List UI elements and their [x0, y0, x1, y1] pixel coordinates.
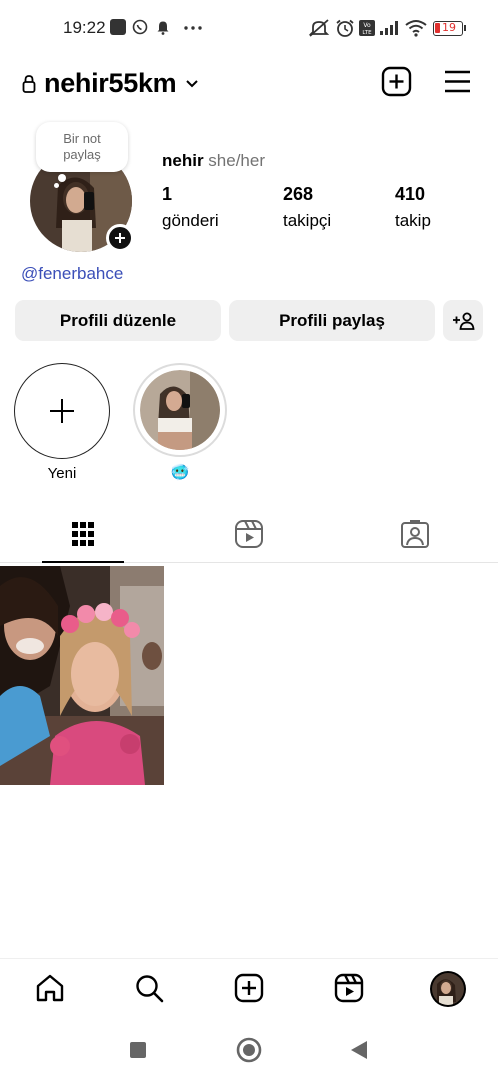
add-person-icon — [453, 312, 475, 330]
new-highlight-circle — [14, 363, 110, 459]
post-thumbnail[interactable] — [0, 566, 164, 785]
highlight-circle — [133, 363, 227, 457]
alarm-icon — [336, 19, 354, 37]
display-name: nehir — [162, 151, 204, 170]
stat-following[interactable]: 410 takip — [395, 184, 431, 231]
reels-icon — [235, 519, 263, 548]
wifi-icon — [405, 20, 427, 37]
username: nehir55km — [44, 68, 177, 98]
profile-name-line: nehir she/her — [162, 151, 265, 171]
back-icon[interactable] — [349, 1040, 369, 1060]
bell-icon — [157, 21, 169, 35]
lock-icon — [22, 74, 36, 93]
chevron-down-icon — [186, 79, 199, 87]
stat-label: takipçi — [283, 211, 332, 230]
tab-posts-grid[interactable] — [0, 505, 166, 562]
highlight-item[interactable]: 🥶 — [133, 363, 227, 481]
new-highlight[interactable]: Yeni — [14, 363, 110, 482]
reels-icon[interactable] — [334, 973, 364, 1003]
note-bubble-tail — [58, 174, 66, 182]
search-icon[interactable] — [134, 973, 164, 1003]
active-tab-indicator — [42, 561, 124, 563]
note-bubble[interactable]: Bir not paylaş — [36, 122, 128, 172]
post-image — [0, 566, 164, 785]
bottom-navigation — [0, 958, 498, 1020]
edit-profile-button[interactable]: Profili düzenle — [15, 300, 221, 341]
highlight-cover — [140, 370, 220, 450]
recents-icon[interactable] — [129, 1041, 147, 1059]
profile-tabs — [0, 505, 498, 563]
system-navigation — [0, 1020, 498, 1080]
stat-value: 1 — [162, 184, 173, 204]
svg-text:Vo: Vo — [363, 22, 371, 29]
grid-icon — [72, 521, 94, 546]
profile-avatar[interactable] — [429, 970, 467, 1008]
tagged-icon — [401, 519, 429, 548]
add-story-button[interactable] — [106, 224, 134, 252]
svg-text:LTE: LTE — [362, 30, 372, 36]
stat-label: takip — [395, 211, 431, 230]
signal-icon — [380, 21, 398, 35]
create-post-button[interactable] — [381, 66, 412, 97]
app-notification-icon — [110, 19, 126, 35]
status-time: 19:22 — [63, 18, 106, 37]
tab-tagged[interactable] — [332, 505, 498, 562]
discover-people-button[interactable] — [443, 300, 483, 341]
more-dots-icon — [184, 26, 202, 30]
whatsapp-icon — [132, 19, 148, 35]
create-icon[interactable] — [234, 973, 264, 1003]
stat-value: 268 — [283, 184, 314, 204]
note-bubble-tail-small — [54, 183, 59, 188]
battery-icon: 19 — [433, 21, 466, 36]
menu-hamburger-icon[interactable] — [444, 66, 471, 97]
pronouns: she/her — [208, 151, 265, 170]
stat-label: gönderi — [162, 211, 219, 230]
home-icon[interactable] — [35, 973, 65, 1003]
highlight-label: Yeni — [47, 465, 77, 482]
battery-level: 19 — [442, 21, 456, 34]
stat-followers[interactable]: 268 takipçi — [283, 184, 331, 231]
tab-reels[interactable] — [166, 505, 332, 562]
account-switcher[interactable]: nehir55km — [22, 68, 200, 99]
mute-icon — [308, 19, 330, 37]
note-text: Bir not paylaş — [63, 131, 101, 162]
profile-header: nehir55km — [0, 58, 498, 108]
volte-icon: VoLTE — [359, 20, 375, 36]
stat-posts[interactable]: 1 gönderi — [162, 184, 219, 231]
plus-icon — [115, 233, 125, 243]
home-circle-icon[interactable] — [236, 1037, 262, 1063]
highlight-label: 🥶 — [170, 464, 190, 481]
status-bar: 19:22 Vo LTE 19 — [0, 0, 498, 58]
plus-icon — [49, 398, 74, 423]
stat-value: 410 — [395, 184, 426, 204]
share-profile-button[interactable]: Profili paylaş — [229, 300, 435, 341]
bio-mention-link[interactable]: @fenerbahce — [21, 264, 123, 284]
